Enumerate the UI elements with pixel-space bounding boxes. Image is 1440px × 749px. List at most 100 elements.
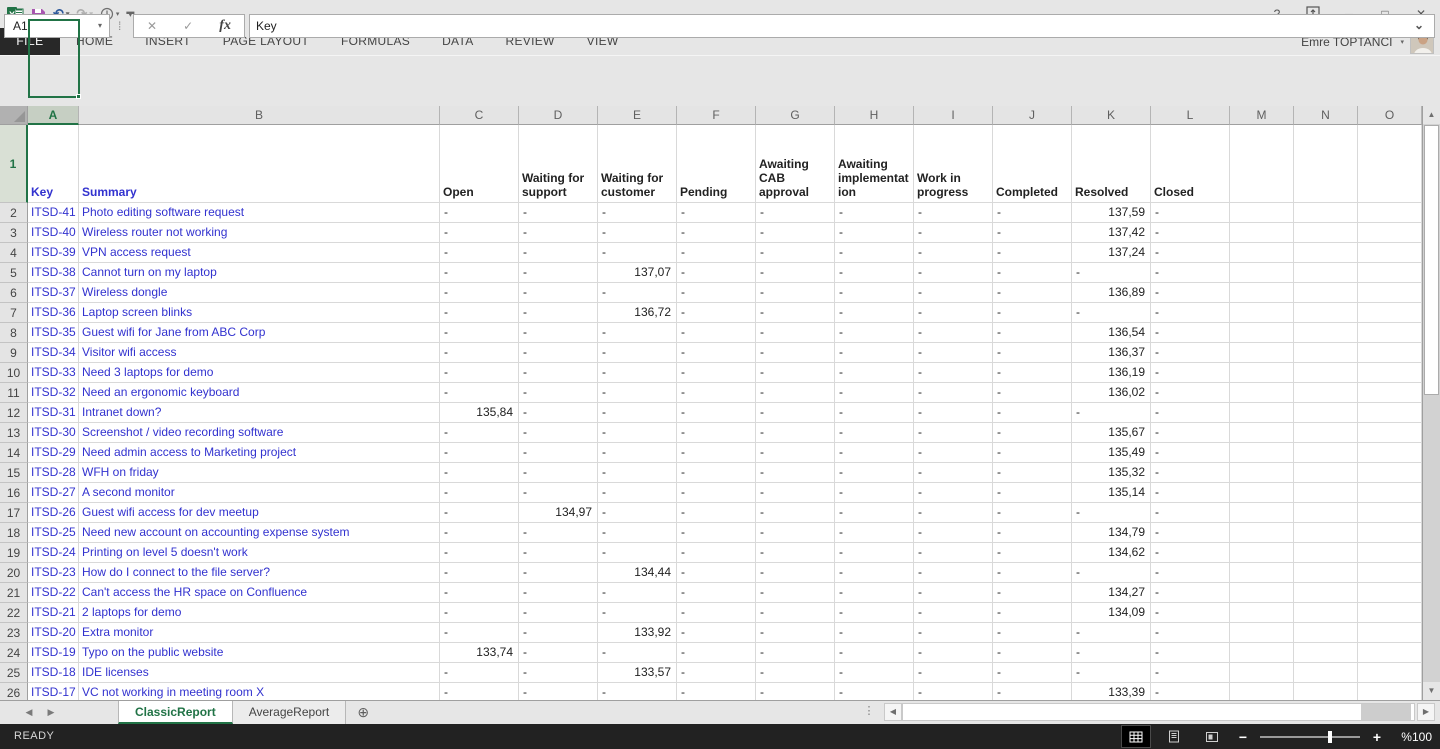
column-header-G[interactable]: G [756,106,835,125]
cell-G8[interactable]: - [756,323,835,343]
cell-D1[interactable]: Waiting for support [519,125,598,203]
scroll-left-icon[interactable]: ◀ [884,703,902,721]
cell-E12[interactable]: - [598,403,677,423]
scroll-up-icon[interactable]: ▲ [1423,106,1440,124]
cell-A19[interactable]: ITSD-24 [28,543,79,563]
cell-F23[interactable]: - [677,623,756,643]
sheet-nav-next-icon[interactable]: ▶ [40,701,62,724]
cell-L25[interactable]: - [1151,663,1230,683]
row-header-16[interactable]: 16 [0,483,28,503]
cell-H23[interactable]: - [835,623,914,643]
cell-M11[interactable] [1230,383,1294,403]
cell-B18[interactable]: Need new account on accounting expense s… [79,523,440,543]
cell-J26[interactable]: - [993,683,1072,700]
cell-M17[interactable] [1230,503,1294,523]
cell-F6[interactable]: - [677,283,756,303]
cell-M5[interactable] [1230,263,1294,283]
cell-L10[interactable]: - [1151,363,1230,383]
cell-O16[interactable] [1358,483,1422,503]
cell-F5[interactable]: - [677,263,756,283]
column-header-B[interactable]: B [79,106,440,125]
zoom-out-button[interactable]: − [1236,729,1250,745]
cell-D22[interactable]: - [519,603,598,623]
cell-L2[interactable]: - [1151,203,1230,223]
cell-O10[interactable] [1358,363,1422,383]
cancel-formula-icon[interactable]: ✕ [147,19,157,33]
cell-H18[interactable]: - [835,523,914,543]
cell-N25[interactable] [1294,663,1358,683]
cell-F13[interactable]: - [677,423,756,443]
cell-N2[interactable] [1294,203,1358,223]
cell-H11[interactable]: - [835,383,914,403]
cell-C24[interactable]: 133,74 [440,643,519,663]
cell-C4[interactable]: - [440,243,519,263]
cell-H10[interactable]: - [835,363,914,383]
cell-J12[interactable]: - [993,403,1072,423]
cell-M2[interactable] [1230,203,1294,223]
cell-F19[interactable]: - [677,543,756,563]
cell-B15[interactable]: WFH on friday [79,463,440,483]
cell-K10[interactable]: 136,19 [1072,363,1151,383]
cell-D10[interactable]: - [519,363,598,383]
cell-M19[interactable] [1230,543,1294,563]
cell-K14[interactable]: 135,49 [1072,443,1151,463]
cell-C25[interactable]: - [440,663,519,683]
cell-K2[interactable]: 137,59 [1072,203,1151,223]
cell-O13[interactable] [1358,423,1422,443]
cell-J19[interactable]: - [993,543,1072,563]
cell-K8[interactable]: 136,54 [1072,323,1151,343]
cell-O17[interactable] [1358,503,1422,523]
cell-A17[interactable]: ITSD-26 [28,503,79,523]
cell-M25[interactable] [1230,663,1294,683]
cell-O14[interactable] [1358,443,1422,463]
cell-M13[interactable] [1230,423,1294,443]
cell-E2[interactable]: - [598,203,677,223]
cell-L15[interactable]: - [1151,463,1230,483]
cell-G14[interactable]: - [756,443,835,463]
cell-G26[interactable]: - [756,683,835,700]
sheet-tab-averagereport[interactable]: AverageReport [233,701,347,724]
cell-K11[interactable]: 136,02 [1072,383,1151,403]
page-layout-view-button[interactable] [1160,726,1188,747]
cell-A18[interactable]: ITSD-25 [28,523,79,543]
cell-B22[interactable]: 2 laptops for demo [79,603,440,623]
cell-N26[interactable] [1294,683,1358,700]
cell-B6[interactable]: Wireless dongle [79,283,440,303]
cell-I10[interactable]: - [914,363,993,383]
cell-O24[interactable] [1358,643,1422,663]
row-header-4[interactable]: 4 [0,243,28,263]
cell-F8[interactable]: - [677,323,756,343]
cell-G1[interactable]: Awaiting CAB approval [756,125,835,203]
cell-O6[interactable] [1358,283,1422,303]
cell-L18[interactable]: - [1151,523,1230,543]
formula-input[interactable]: Key [249,14,1435,38]
cell-E9[interactable]: - [598,343,677,363]
cell-A24[interactable]: ITSD-19 [28,643,79,663]
row-header-13[interactable]: 13 [0,423,28,443]
cell-N6[interactable] [1294,283,1358,303]
cell-I5[interactable]: - [914,263,993,283]
cell-O26[interactable] [1358,683,1422,700]
cell-N24[interactable] [1294,643,1358,663]
cell-F22[interactable]: - [677,603,756,623]
cell-B19[interactable]: Printing on level 5 doesn't work [79,543,440,563]
cell-L1[interactable]: Closed [1151,125,1230,203]
cell-G2[interactable]: - [756,203,835,223]
column-header-F[interactable]: F [677,106,756,125]
cell-L5[interactable]: - [1151,263,1230,283]
cell-J2[interactable]: - [993,203,1072,223]
cell-B16[interactable]: A second monitor [79,483,440,503]
cell-O7[interactable] [1358,303,1422,323]
cell-E8[interactable]: - [598,323,677,343]
cell-G16[interactable]: - [756,483,835,503]
cell-H17[interactable]: - [835,503,914,523]
cell-A10[interactable]: ITSD-33 [28,363,79,383]
horizontal-splitter[interactable]: ⋮ [862,700,876,724]
row-header-23[interactable]: 23 [0,623,28,643]
cell-E6[interactable]: - [598,283,677,303]
row-header-8[interactable]: 8 [0,323,28,343]
cell-D2[interactable]: - [519,203,598,223]
cell-C5[interactable]: - [440,263,519,283]
cell-L22[interactable]: - [1151,603,1230,623]
cell-K13[interactable]: 135,67 [1072,423,1151,443]
